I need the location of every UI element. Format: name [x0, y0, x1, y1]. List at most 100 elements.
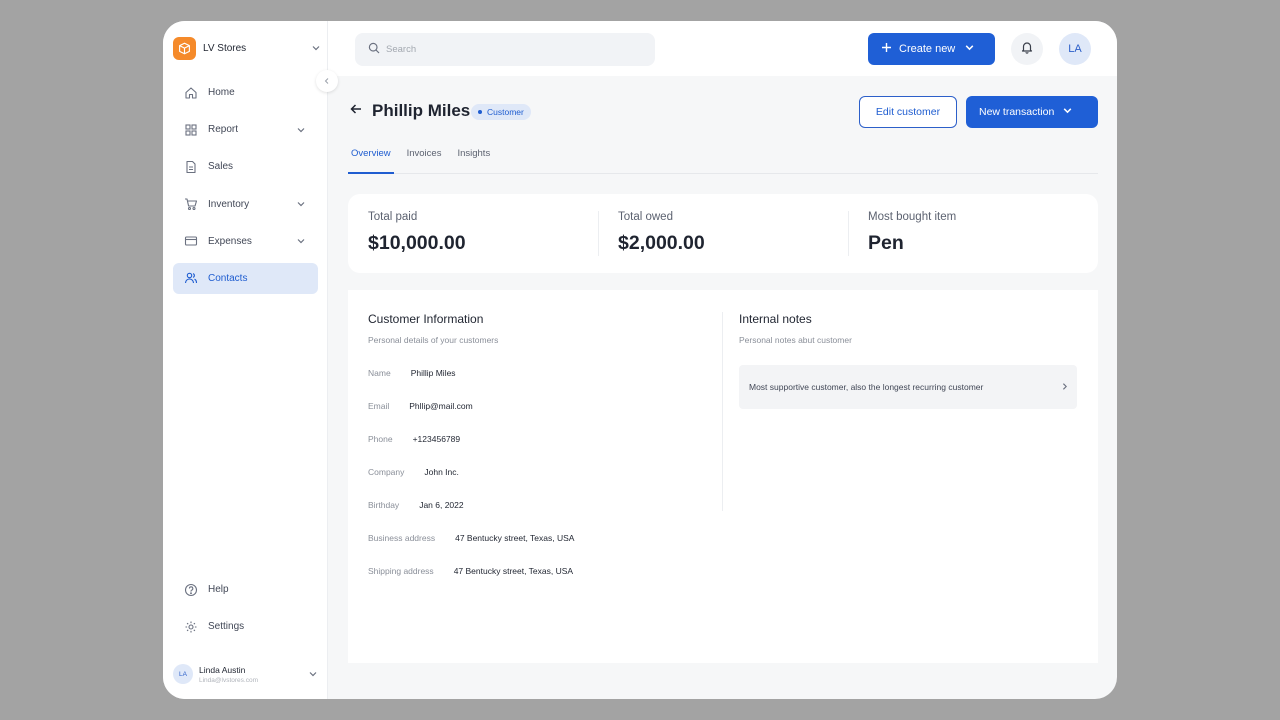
details-panel: Customer Information Personal details of…	[348, 290, 1098, 663]
field-birthday: Birthday Jan 6, 2022	[368, 500, 464, 510]
tab-invoices[interactable]: Invoices	[404, 145, 445, 174]
sidebar-item-sales[interactable]: Sales	[173, 151, 318, 182]
bell-icon	[1020, 40, 1034, 59]
cart-icon	[184, 197, 198, 211]
users-icon	[184, 271, 198, 285]
gear-icon	[184, 620, 198, 634]
create-new-label: Create new	[899, 43, 956, 55]
notifications-button[interactable]	[1011, 33, 1043, 65]
new-transaction-button[interactable]: New transaction	[966, 96, 1098, 128]
dot-icon	[478, 110, 482, 114]
stat-value: $10,000.00	[368, 232, 466, 254]
field-label: Phone	[368, 434, 393, 444]
user-email: Linda@lvstores.com	[199, 676, 258, 684]
field-value: Jan 6, 2022	[419, 500, 464, 510]
stat-value: Pen	[868, 232, 904, 254]
plus-icon	[881, 42, 892, 56]
field-label: Birthday	[368, 500, 400, 510]
stat-total-owed: Total owed $2,000.00	[598, 194, 848, 273]
field-label: Shipping address	[368, 566, 434, 576]
internal-notes-section: Internal notes Personal notes abut custo…	[739, 312, 1077, 409]
note-item[interactable]: Most supportive customer, also the longe…	[739, 365, 1077, 409]
stat-total-paid: Total paid $10,000.00	[348, 194, 598, 273]
grid-icon	[184, 123, 198, 137]
section-subtitle: Personal notes abut customer	[739, 335, 852, 345]
arrow-left-icon	[349, 102, 363, 121]
chevron-down-icon	[1062, 105, 1073, 119]
sidebar-item-label: Report	[208, 124, 239, 136]
chevron-right-icon	[1060, 378, 1069, 396]
status-badge-label: Customer	[487, 107, 524, 117]
field-value: 47 Bentucky street, Texas, USA	[455, 533, 575, 543]
new-transaction-label: New transaction	[979, 106, 1055, 118]
section-title: Internal notes	[739, 312, 812, 326]
avatar: LA	[173, 664, 193, 684]
status-badge: Customer	[471, 104, 531, 120]
app-window: LV Stores Home Report Sales Inventory Ex…	[163, 21, 1117, 699]
sidebar-item-label: Settings	[208, 621, 245, 633]
card-icon	[184, 234, 198, 248]
field-business-address: Business address 47 Bentucky street, Tex…	[368, 533, 574, 543]
sidebar-item-expenses[interactable]: Expenses	[173, 226, 318, 257]
divider	[722, 312, 723, 511]
page-title: Phillip Miles	[372, 101, 471, 120]
sidebar-item-label: Inventory	[208, 198, 250, 210]
field-value: John Inc.	[424, 467, 459, 477]
sidebar-item-label: Sales	[208, 161, 234, 173]
edit-customer-button[interactable]: Edit customer	[859, 96, 957, 128]
stat-label: Total owed	[618, 211, 673, 223]
sidebar-item-settings[interactable]: Settings	[173, 611, 318, 642]
help-icon	[184, 583, 198, 597]
sidebar-item-inventory[interactable]: Inventory	[173, 189, 318, 220]
chevron-down-icon[interactable]	[308, 669, 318, 679]
user-info: Linda Austin Linda@lvstores.com	[199, 665, 308, 684]
note-text: Most supportive customer, also the longe…	[749, 381, 984, 392]
store-switcher[interactable]: LV Stores	[173, 35, 321, 61]
tab-bar: Overview Invoices Insights	[348, 145, 1098, 174]
sidebar-item-contacts[interactable]: Contacts	[173, 262, 318, 294]
back-button[interactable]	[348, 103, 364, 119]
field-value: Phillip Miles	[410, 368, 456, 378]
avatar[interactable]: LA	[1059, 33, 1091, 65]
field-value: +123456789	[412, 434, 461, 444]
field-value: 47 Bentucky street, Texas, USA	[453, 566, 574, 576]
chevron-down-icon[interactable]	[311, 43, 321, 53]
user-name: Linda Austin	[199, 664, 246, 675]
stats-card: Total paid $10,000.00 Total owed $2,000.…	[348, 194, 1098, 273]
field-name: Name Phillip Miles	[368, 368, 456, 378]
sidebar-item-home[interactable]: Home	[173, 77, 318, 108]
search-input[interactable]: Search	[355, 33, 655, 66]
field-label: Email	[368, 401, 390, 411]
tab-overview[interactable]: Overview	[348, 145, 394, 174]
chevron-down-icon	[296, 236, 306, 246]
top-bar: Search Create new LA	[328, 21, 1117, 76]
field-label: Name	[368, 368, 391, 378]
sidebar-item-label: Contacts	[208, 272, 248, 284]
sidebar-item-report[interactable]: Report	[173, 114, 318, 145]
search-placeholder: Search	[386, 44, 417, 55]
user-menu[interactable]: LA Linda Austin Linda@lvstores.com	[173, 661, 318, 687]
sidebar-item-label: Help	[208, 584, 229, 595]
stat-value: $2,000.00	[618, 232, 705, 254]
chevron-down-icon	[296, 199, 306, 209]
section-subtitle: Personal details of your customers	[368, 335, 499, 345]
tab-insights[interactable]: Insights	[454, 145, 493, 174]
stat-label: Total paid	[368, 211, 418, 223]
field-shipping-address: Shipping address 47 Bentucky street, Tex…	[368, 566, 573, 576]
stat-most-bought-item: Most bought item Pen	[848, 194, 1098, 273]
create-new-button[interactable]: Create new	[868, 33, 995, 65]
customer-information-section: Customer Information Personal details of…	[368, 312, 708, 576]
field-phone: Phone +123456789	[368, 434, 460, 444]
sidebar-item-help[interactable]: Help	[173, 574, 318, 605]
store-name: LV Stores	[203, 42, 247, 54]
sidebar-item-label: Expenses	[208, 235, 252, 247]
collapse-sidebar-button[interactable]	[316, 70, 338, 92]
sidebar-nav: Home Report Sales Inventory Expenses Con…	[173, 77, 318, 300]
chevron-down-icon	[964, 42, 975, 56]
box-icon	[173, 36, 196, 60]
field-value: Phllip@mail.com	[409, 401, 473, 411]
section-title: Customer Information	[368, 312, 484, 326]
field-email: Email Phllip@mail.com	[368, 401, 473, 411]
field-label: Business address	[368, 533, 436, 543]
sidebar-bottom-nav: Help Settings	[173, 574, 318, 648]
